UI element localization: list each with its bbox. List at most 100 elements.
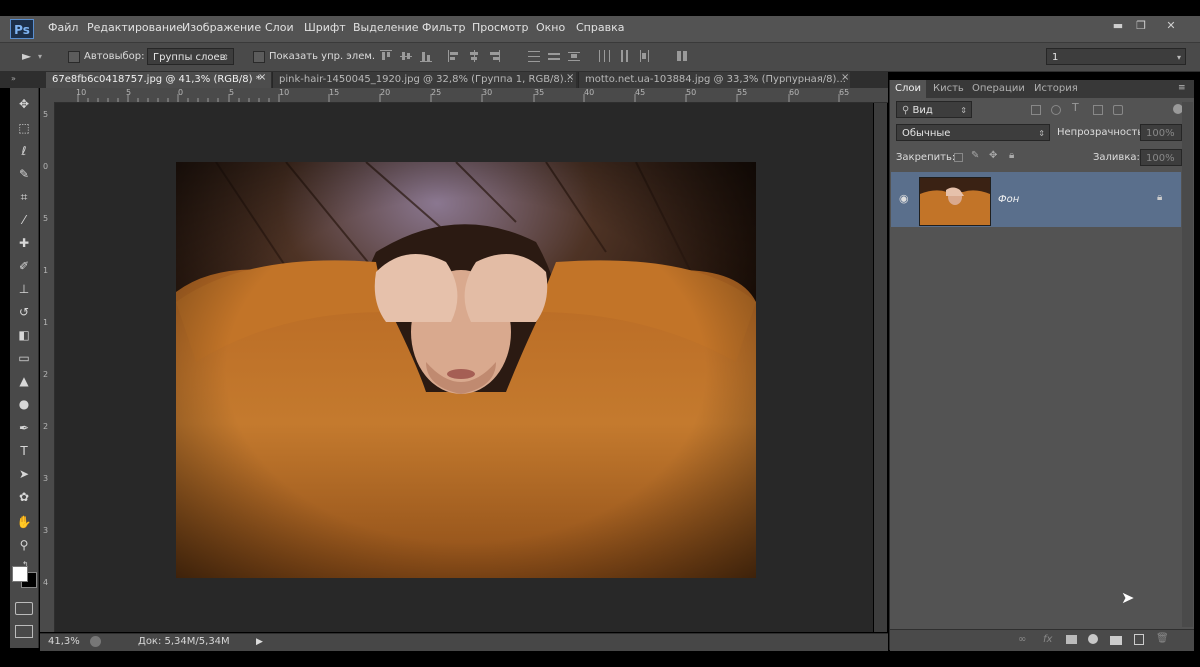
workspace-dropdown[interactable]: 1 ▾ (1046, 48, 1186, 65)
eraser-icon[interactable]: ◧ (14, 326, 34, 344)
autoselect-dropdown[interactable]: Группы слоев ⇕ (147, 48, 234, 65)
align-left-icon[interactable] (448, 50, 460, 62)
zoom-icon[interactable]: ⚲ (14, 536, 34, 554)
tab-brush[interactable]: Кисть (928, 80, 969, 98)
menu-image[interactable]: Изображение (182, 21, 261, 34)
lasso-icon[interactable]: ℓ (14, 142, 34, 160)
distribute-vcenter-icon[interactable] (548, 50, 560, 62)
type-icon[interactable]: T (14, 442, 34, 460)
gradient-icon[interactable]: ▭ (14, 349, 34, 367)
menu-select[interactable]: Выделение (353, 21, 419, 34)
blur-icon[interactable]: ▲ (14, 372, 34, 390)
link-layers-icon[interactable]: ∞ (1018, 634, 1026, 645)
filter-shape-icon[interactable] (1093, 105, 1103, 115)
restore-icon[interactable]: ❐ (1133, 19, 1149, 33)
menu-help[interactable]: Справка (576, 21, 624, 34)
tab-close-icon[interactable]: × (841, 72, 849, 83)
lock-transparency-icon[interactable] (954, 153, 963, 162)
collapse-toolbar-icon[interactable]: » (11, 74, 16, 83)
layer-row[interactable]: ◉ Фон 🔒︎ (891, 172, 1181, 227)
align-bottom-icon[interactable] (420, 50, 432, 62)
menu-file[interactable]: Файл (48, 21, 78, 34)
align-hcenter-icon[interactable] (468, 50, 480, 62)
chevron-down-icon[interactable]: ▾ (38, 52, 42, 61)
tab-document-3[interactable]: motto.net.ua-103884.jpg @ 33,3% (Пурпурн… (578, 72, 850, 88)
show-controls-label: Показать упр. элем. (269, 51, 376, 62)
eye-icon[interactable]: ◉ (899, 192, 909, 205)
blend-mode-dropdown[interactable]: Обычные ⇕ (896, 124, 1050, 141)
pen-icon[interactable]: ✒ (14, 419, 34, 437)
search-icon: ⚲ (902, 105, 913, 116)
zoom-level[interactable]: 41,3% (48, 636, 80, 647)
filter-type-icon[interactable]: T (1072, 101, 1079, 114)
tab-actions[interactable]: Операции (967, 80, 1030, 98)
history-brush-icon[interactable]: ↺ (14, 303, 34, 321)
tab-document-1[interactable]: 67e8fb6c0418757.jpg @ 41,3% (RGB/8) * (46, 72, 271, 88)
status-menu-arrow-icon[interactable]: ▶ (256, 637, 263, 647)
filter-adjustment-icon[interactable] (1051, 105, 1061, 115)
crop-icon[interactable]: ⌗ (14, 188, 34, 206)
panel-scrollbar[interactable] (1182, 102, 1193, 627)
close-icon[interactable]: ✕ (1163, 19, 1179, 33)
opacity-field[interactable]: 100% (1140, 124, 1182, 141)
marquee-icon[interactable]: ⬚ (14, 119, 34, 137)
move-tool-preset-icon[interactable]: ► (22, 49, 31, 63)
align-right-icon[interactable] (488, 50, 500, 62)
tab-document-2[interactable]: pink-hair-1450045_1920.jpg @ 32,8% (Груп… (272, 72, 576, 88)
quick-select-icon[interactable]: ✎ (14, 165, 34, 183)
fx-icon[interactable]: fx (1043, 634, 1052, 645)
filter-smart-icon[interactable] (1113, 105, 1123, 115)
tab-layers[interactable]: Слои (890, 80, 926, 98)
dodge-icon[interactable]: ● (14, 395, 34, 413)
eyedropper-icon[interactable]: ⁄ (14, 211, 34, 229)
foreground-color-swatch[interactable] (12, 566, 28, 582)
menu-window[interactable]: Окно (536, 21, 565, 34)
align-vcenter-icon[interactable] (400, 50, 412, 62)
menu-type[interactable]: Шрифт (304, 21, 346, 34)
menu-layers[interactable]: Слои (265, 21, 294, 34)
photo-illustration (176, 162, 756, 578)
add-mask-icon[interactable] (1066, 635, 1077, 644)
new-group-icon[interactable] (1110, 636, 1122, 645)
autoselect-checkbox[interactable] (68, 51, 80, 63)
document-image[interactable] (176, 162, 756, 578)
menu-filter[interactable]: Фильтр (422, 21, 466, 34)
fill-field[interactable]: 100% (1140, 149, 1182, 166)
new-layer-icon[interactable] (1134, 634, 1144, 645)
tab-close-icon[interactable]: × (566, 72, 574, 83)
stamp-icon[interactable]: ⊥ (14, 280, 34, 298)
auto-align-icon[interactable] (676, 50, 688, 62)
distribute-right-icon[interactable] (638, 50, 650, 62)
distribute-left-icon[interactable] (598, 50, 610, 62)
adjustment-layer-icon[interactable] (1088, 634, 1098, 644)
canvas-scrollbar[interactable] (874, 103, 887, 632)
lock-all-icon[interactable]: 🔒︎ (1009, 150, 1014, 161)
align-top-icon[interactable] (380, 50, 392, 62)
layer-filter-dropdown[interactable]: ⚲ Вид ⇕ (896, 101, 972, 118)
panel-menu-icon[interactable]: ≡ (1178, 83, 1186, 93)
brush-icon[interactable]: ✐ (14, 257, 34, 275)
tab-history[interactable]: История (1029, 80, 1083, 98)
distribute-bottom-icon[interactable] (568, 50, 580, 62)
minimize-icon[interactable]: ▬ (1110, 19, 1126, 33)
tab-close-icon[interactable]: × (258, 72, 266, 83)
filter-pixel-icon[interactable] (1031, 105, 1041, 115)
status-bar: 41,3% Док: 5,34M/5,34M ▶ (40, 633, 888, 651)
quick-mask-icon[interactable] (15, 602, 33, 615)
trash-icon[interactable]: 🗑︎ (1156, 633, 1169, 644)
menu-view[interactable]: Просмотр (472, 21, 528, 34)
shape-icon[interactable]: ✿ (14, 488, 34, 506)
layer-name[interactable]: Фон (998, 194, 1019, 205)
screen-mode-icon[interactable] (15, 625, 33, 638)
path-select-icon[interactable]: ➤ (14, 465, 34, 483)
lock-position-icon[interactable]: ✥ (989, 150, 997, 161)
move-icon[interactable]: ✥ (14, 95, 34, 113)
share-icon[interactable] (90, 636, 101, 647)
show-controls-checkbox[interactable] (253, 51, 265, 63)
healing-icon[interactable]: ✚ (14, 234, 34, 252)
distribute-top-icon[interactable] (528, 50, 540, 62)
menu-edit[interactable]: Редактирование (87, 21, 183, 34)
lock-pixels-icon[interactable]: ✎ (971, 150, 979, 161)
hand-icon[interactable]: ✋ (14, 513, 34, 531)
distribute-hcenter-icon[interactable] (618, 50, 630, 62)
